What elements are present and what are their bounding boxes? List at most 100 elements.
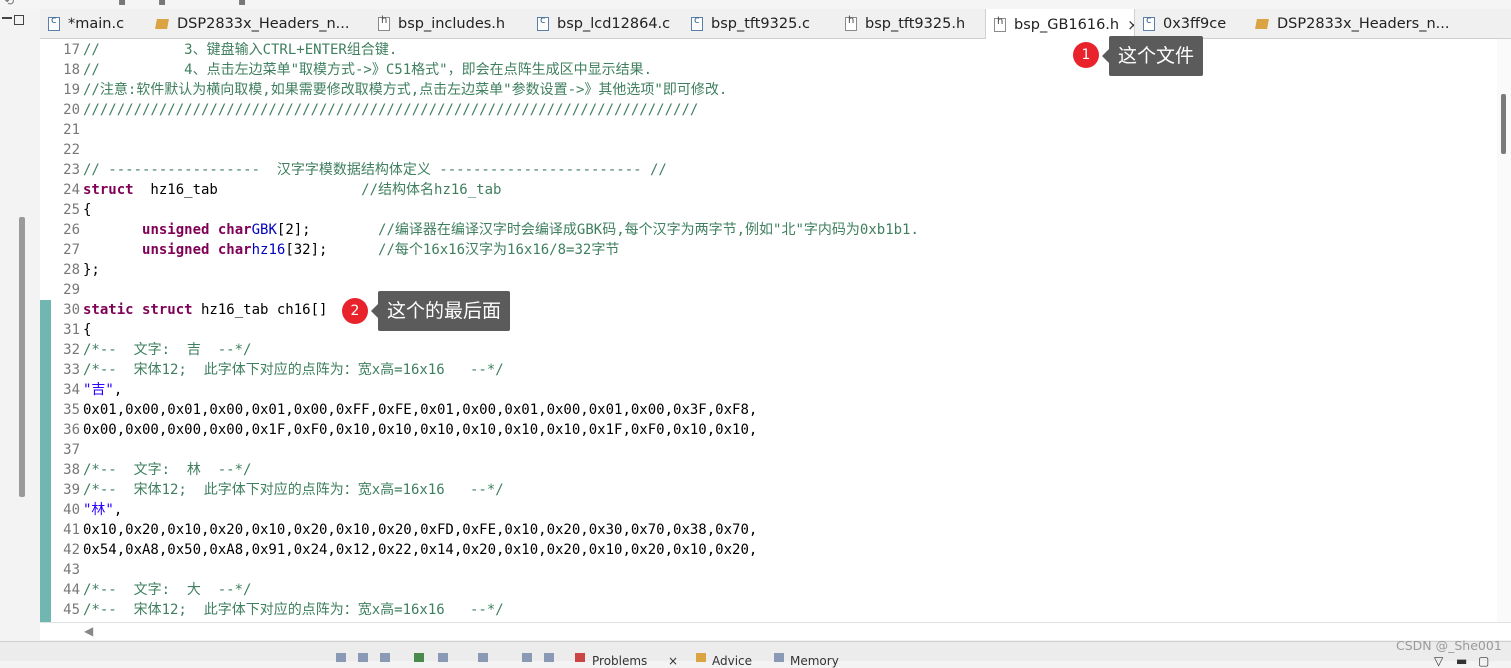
line-number: 40 [63,502,80,518]
line-number: 21 [63,122,80,138]
code-text: //注意:软件默认为横向取模,如果需要修改取模方式,点击左边菜单"参数设置->》… [83,80,727,100]
maximize-icon[interactable] [14,15,24,25]
c-file-icon [1143,15,1155,31]
annotation-callout-2: 这个的最后面 [370,291,511,331]
code-line[interactable]: 22 [40,140,1490,160]
code-line[interactable]: 33/*-- 宋体12; 此字体下对应的点阵为：宽x高=16x16 --*/ [40,360,1490,380]
code-text: /*-- 文字: 林 --*/ [83,460,251,480]
code-line[interactable]: 37 [40,440,1490,460]
code-line[interactable]: 36 0x00,0x00,0x00,0x00,0x1F,0xF0,0x10,0x1… [40,420,1490,440]
code-line[interactable]: 20//////////////////////////////////////… [40,100,1490,120]
line-number: 20 [63,102,80,118]
scroll-left-icon[interactable]: ◀ [84,624,93,638]
tab-3[interactable]: bsp_lcd12864.c [529,9,675,39]
toolbar-arrow-icon[interactable]: ⟲ [4,0,14,8]
code-line[interactable]: 42 0x54,0xA8,0x50,0xA8,0x91,0x24,0x12,0x2… [40,540,1490,560]
code-line[interactable]: 29 [40,280,1490,300]
code-kw: struct [83,182,134,198]
code-text: { [83,322,92,338]
code-line[interactable]: 31{ [40,320,1490,340]
tab-5[interactable]: bsp_tft9325.h [837,9,975,39]
code-line[interactable]: 32/*-- 文字: 吉 --*/ [40,340,1490,360]
code-kw: unsigned char [142,222,252,238]
code-line[interactable]: 19//注意:软件默认为横向取模,如果需要修改取模方式,点击左边菜单"参数设置-… [40,80,1490,100]
tab-4[interactable]: bsp_tft9325.c [683,9,828,39]
code-comment: /*-- 文字: 林 --*/ [83,462,252,478]
code-line[interactable]: 39/*-- 宋体12; 此字体下对应的点阵为：宽x高=16x16 --*/ [40,480,1490,500]
line-number: 38 [63,462,80,478]
code-line[interactable]: 27 unsigned charhz16[32]; //每个16x16汉字为16… [40,240,1490,260]
tab-advice[interactable]: Advice [712,654,752,668]
code-line[interactable]: 28}; [40,260,1490,280]
line-number: 32 [63,342,80,358]
horizontal-scrollbar[interactable]: ◀ [40,622,1511,640]
code-line[interactable]: 25{ [40,200,1490,220]
code-text: // 3、键盘输入CTRL+ENTER组合键. [83,40,397,60]
code-line[interactable]: 21 [40,120,1490,140]
toolbar-tool-icon[interactable]: ▪ [118,0,126,8]
watermark-text: CSDN @_She001 [1396,638,1502,653]
line-number: 34 [63,382,80,398]
tab-0[interactable]: *main.c [40,9,140,39]
code-field: GBK [251,222,277,238]
code-text: "林", [83,500,122,520]
code-text: 0x00,0x00,0x00,0x00,0x1F,0xF0,0x10,0x10,… [83,422,758,438]
code-text: /*-- 文字: 吉 --*/ [83,340,251,360]
code-text: // 4、点击左边菜单"取模方式->》C51格式"，即会在点阵生成区中显示结果. [83,62,653,78]
minimize-icon[interactable]: ▬ [1456,654,1467,668]
code-text: // 4、点击左边菜单"取模方式->》C51格式"，即会在点阵生成区中显示结果. [83,60,652,80]
code-text: /*-- 文字: 大 --*/ [83,580,251,600]
toolbar-tool-icon[interactable]: ▪ [238,0,246,8]
code-line[interactable]: 34 "吉", [40,380,1490,400]
code-line[interactable]: 45/*-- 宋体12; 此字体下对应的点阵为：宽x高=16x16 --*/ [40,600,1490,620]
line-number: 42 [63,542,80,558]
tab-label: bsp_includes.h [398,16,506,32]
code-line[interactable]: 41 0x10,0x20,0x10,0x20,0x10,0x20,0x10,0x2… [40,520,1490,540]
line-number: 45 [63,602,80,618]
minimize-icon[interactable] [2,17,12,27]
code-text: // 3、键盘输入CTRL+ENTER组合键. [83,42,398,58]
close-icon[interactable]: × [1127,16,1134,34]
code-line[interactable]: 40 "林", [40,500,1490,520]
line-number: 17 [63,42,80,58]
code-comment: /*-- 宋体12; 此字体下对应的点阵为：宽x高=16x16 --*/ [83,482,504,498]
maximize-icon[interactable]: ▢ [1478,654,1489,668]
line-number: 25 [63,202,80,218]
tab-memory[interactable]: Memory [790,654,839,668]
line-number: 43 [63,562,80,578]
vertical-scroll-thumb[interactable] [1501,94,1506,154]
filter-icon[interactable]: ▽ [1434,654,1443,668]
line-number: 23 [63,162,80,178]
c-file-icon [48,15,60,31]
tab-label: DSP2833x_Headers_n... [1277,16,1450,32]
code-line[interactable]: 23// ------------------ 汉字字模数据结构体定义 ----… [40,160,1490,180]
tab-8[interactable]: DSP2833x_Headers_n... [1247,9,1467,39]
code-line[interactable]: 24 struct hz16_tab //结构体名hz16_tab [40,180,1490,200]
panel-resize-handle[interactable] [19,217,25,497]
code-line[interactable]: 35 0x01,0x00,0x01,0x00,0x01,0x00,0xFF,0xF… [40,400,1490,420]
tab-1[interactable]: DSP2833x_Headers_n... [147,9,360,39]
toolbar-strip: ⟲ ▪ ▪ ▪ [0,0,1511,9]
code-line[interactable]: 26 unsigned charGBK[2]; //编译器在编译汉字时会编译成G… [40,220,1490,240]
line-number: 37 [63,442,80,458]
code-line[interactable]: 38/*-- 文字: 林 --*/ [40,460,1490,480]
tab-label: bsp_lcd12864.c [557,16,671,32]
code-text: , [113,382,123,398]
code-editor[interactable]: 17// 3、键盘输入CTRL+ENTER组合键. 18// 4、点击左边菜单"取… [40,39,1511,622]
code-text: 0x54,0xA8,0x50,0xA8,0x91,0x24,0x12,0x22,… [83,540,757,560]
close-icon[interactable]: × [668,654,678,668]
code-line[interactable]: 44/*-- 文字: 大 --*/ [40,580,1490,600]
tab-2[interactable]: bsp_includes.h [370,9,520,39]
code-line[interactable]: 17// 3、键盘输入CTRL+ENTER组合键. [40,40,1490,60]
tab-7[interactable]: 0x3ff9ce [1135,9,1240,39]
code-line[interactable]: 43 [40,560,1490,580]
code-line[interactable]: 30 static struct hz16_tab ch16[] [40,300,1490,320]
code-line[interactable]: 18// 4、点击左边菜单"取模方式->》C51格式"，即会在点阵生成区中显示结… [40,60,1490,80]
tab-problems[interactable]: Problems [592,654,647,668]
code-text: "吉", [83,380,122,400]
vertical-scrollbar[interactable] [1497,39,1511,622]
code-text: /*-- 宋体12; 此字体下对应的点阵为：宽x高=16x16 --*/ [83,480,504,500]
code-field: hz16 [251,242,286,258]
toolbar-tool-icon[interactable]: ▪ [158,0,166,8]
